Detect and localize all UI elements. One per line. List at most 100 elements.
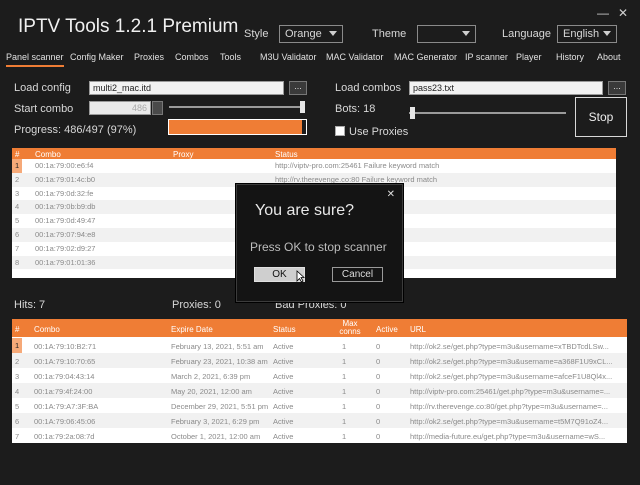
language-select[interactable]: English (557, 25, 617, 43)
cell-url[interactable]: http://rv.therevenge.co:80/get.php?type=… (410, 402, 608, 411)
cell-status: Active (273, 417, 294, 426)
tab-mac-generator[interactable]: MAC Generator (394, 52, 457, 62)
tab-history[interactable]: History (556, 52, 584, 62)
bots-slider-track[interactable] (409, 112, 566, 114)
tab-combos[interactable]: Combos (175, 52, 209, 62)
table-row[interactable]: 2 00:1A:79:10:70:65 February 23, 2021, 10:… (12, 353, 627, 368)
style-label: Style (244, 28, 269, 40)
cell-num: 2 (15, 357, 20, 366)
theme-select[interactable] (417, 25, 476, 43)
tab-proxies[interactable]: Proxies (134, 52, 164, 62)
cell-combo: 00:1A:79:06:45:06 (34, 417, 96, 426)
load-combos-input[interactable]: pass23.txt (409, 81, 603, 95)
cell-combo: 00:1a:79:04:43:14 (34, 372, 95, 381)
table-row[interactable]: 1 00:1a:79:00:e6:f4 http://viptv-pro.com:2… (12, 159, 616, 173)
cell-num: 3 (15, 188, 20, 198)
cell-expire-date: February 23, 2021, 10:38 am (171, 357, 268, 366)
load-config-label: Load config (14, 82, 71, 94)
progress-bar (168, 119, 307, 135)
cell-num: 8 (15, 257, 20, 267)
start-combo-stepper[interactable] (152, 101, 163, 115)
col-status: Status (273, 325, 296, 334)
start-combo-slider-thumb[interactable] (300, 101, 305, 113)
cell-url[interactable]: http://ok2.se/get.php?type=m3u&username=… (410, 417, 608, 426)
cell-num: 7 (15, 432, 20, 441)
table-row[interactable]: 1 00:1A:79:10:B2:71 February 13, 2021, 5:5… (12, 338, 627, 353)
bots-slider-thumb[interactable] (410, 107, 415, 119)
tab-ip-scanner[interactable]: IP scanner (465, 52, 508, 62)
cell-combo: 00:1A:79:10:70:65 (34, 357, 96, 366)
dialog-close-icon[interactable]: ✕ (387, 189, 395, 200)
cell-num: 5 (15, 402, 20, 411)
hits-table: # Combo Expire Date Status Max conns Act… (12, 319, 627, 443)
cell-combo: 00:1a:79:0d:32:fe (35, 188, 94, 198)
cell-status: Active (273, 372, 294, 381)
cell-max-conns: 1 (342, 432, 347, 441)
cell-active: 0 (376, 342, 381, 351)
cell-url[interactable]: http://viptv-pro.com:25461/get.php?type=… (410, 387, 610, 396)
start-combo-slider-track[interactable] (169, 106, 305, 108)
tab-panel-scanner[interactable]: Panel scanner (6, 52, 64, 67)
stop-button[interactable]: Stop (575, 97, 627, 137)
cell-max-conns: 1 (342, 402, 347, 411)
progress-label: Progress: 486/497 (97%) (14, 124, 137, 136)
language-label: Language (502, 28, 551, 40)
cell-combo: 00:1a:79:01:01:36 (35, 257, 96, 267)
cell-num: 1 (12, 159, 23, 173)
theme-label: Theme (372, 28, 407, 40)
cell-expire-date: February 3, 2021, 6:29 pm (171, 417, 260, 426)
tab-about[interactable]: About (597, 52, 621, 62)
cell-combo: 00:1A:79:10:B2:71 (34, 342, 97, 351)
load-config-input[interactable]: multi2_mac.itd (89, 81, 284, 95)
tab-config-maker[interactable]: Config Maker (70, 52, 124, 62)
cell-num: 4 (15, 387, 20, 396)
start-combo-input[interactable]: 486 (89, 101, 151, 115)
hits-table-header: # Combo Expire Date Status Max conns Act… (12, 319, 627, 337)
col-url: URL (410, 325, 427, 334)
cell-url[interactable]: http://media-future.eu/get.php?type=m3u&… (410, 432, 605, 441)
load-combos-browse-button[interactable]: ... (608, 81, 626, 95)
cell-combo: 00:1a:79:07:94:e8 (35, 229, 96, 239)
tab-player[interactable]: Player (516, 52, 542, 62)
cell-combo: 00:1a:79:01:4c:b0 (35, 174, 96, 184)
table-row[interactable]: 3 00:1a:79:04:43:14 March 2, 2021, 6:39 pm… (12, 368, 627, 383)
col-active: Active (376, 325, 398, 334)
dialog-cancel-button[interactable]: Cancel (332, 267, 383, 282)
proxies-count: Proxies: 0 (172, 299, 221, 311)
use-proxies-checkbox[interactable] (335, 126, 345, 136)
mouse-cursor-icon (296, 270, 305, 283)
cell-max-conns: 1 (342, 342, 347, 351)
load-config-browse-button[interactable]: ... (289, 81, 307, 95)
table-row[interactable]: 6 00:1A:79:06:45:06 February 3, 2021, 6:29… (12, 413, 627, 428)
tab-m3u-validator[interactable]: M3U Validator (260, 52, 316, 62)
hits-count: Hits: 7 (14, 299, 46, 311)
cell-num: 5 (15, 216, 20, 226)
cell-url[interactable]: http://ok2.se/get.php?type=m3u&username=… (410, 342, 609, 351)
cell-url[interactable]: http://ok2.se/get.php?type=m3u&username=… (410, 372, 612, 381)
cell-status: Active (273, 342, 294, 351)
table-row[interactable]: 7 00:1a:79:2a:08:7d October 1, 2021, 12:00… (12, 428, 627, 443)
cell-active: 0 (376, 357, 381, 366)
cell-status: http://rv.therevenge.co:80 Failure keywo… (275, 174, 438, 184)
cell-max-conns: 1 (342, 387, 347, 396)
cell-expire-date: December 29, 2021, 5:51 pm (171, 402, 269, 411)
cell-active: 0 (376, 402, 381, 411)
table-row[interactable]: 5 00:1A:79:A7:3F:BA December 29, 2021, 5:5… (12, 398, 627, 413)
cell-combo: 00:1a:79:2a:08:7d (34, 432, 95, 441)
minimize-button[interactable]: — (597, 6, 609, 20)
cell-expire-date: February 13, 2021, 5:51 am (171, 342, 264, 351)
col-num: # (15, 150, 20, 159)
style-select[interactable]: Orange (279, 25, 343, 43)
tab-tools[interactable]: Tools (220, 52, 241, 62)
cell-expire-date: March 2, 2021, 6:39 pm (171, 372, 251, 381)
cell-num: 2 (15, 174, 20, 184)
tab-mac-validator[interactable]: MAC Validator (326, 52, 383, 62)
dialog-message: Press OK to stop scanner (250, 240, 387, 254)
cell-num: 1 (12, 338, 23, 353)
scan-table-header: # Combo Proxy Status (12, 148, 616, 159)
cell-status: Active (273, 402, 294, 411)
cell-url[interactable]: http://ok2.se/get.php?type=m3u&username=… (410, 357, 613, 366)
close-button[interactable]: ✕ (618, 6, 628, 20)
cell-max-conns: 1 (342, 357, 347, 366)
table-row[interactable]: 4 00:1a:79:4f:24:00 May 20, 2021, 12:00 am… (12, 383, 627, 398)
